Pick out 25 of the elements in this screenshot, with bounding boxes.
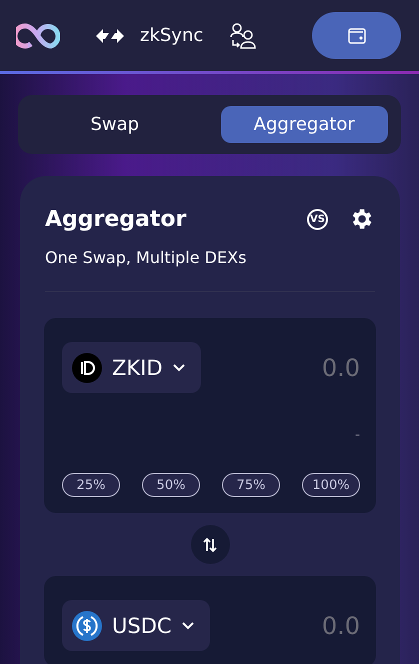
token-selector[interactable]: USDC — [62, 600, 210, 651]
compare-button[interactable]: VS — [307, 208, 328, 230]
chevron-down-icon — [182, 622, 194, 630]
token-icon — [72, 352, 102, 382]
percent-button[interactable]: 100% — [302, 473, 360, 497]
percent-button[interactable]: 25% — [62, 473, 120, 497]
chevron-down-icon — [172, 364, 185, 372]
amount-field[interactable]: 0.0 — [250, 612, 360, 640]
card-subtitle: One Swap, Multiple DEXs — [45, 248, 375, 292]
wallet-button[interactable] — [312, 12, 401, 59]
usd-value: - — [354, 427, 360, 443]
percent-button[interactable]: 50% — [142, 473, 200, 497]
tab[interactable]: Aggregator — [220, 106, 388, 143]
percent-button[interactable]: 75% — [222, 473, 280, 497]
flip-button[interactable] — [190, 525, 230, 564]
wallet-icon — [348, 28, 366, 44]
account-switch-icon[interactable] — [229, 22, 258, 50]
amount-field[interactable]: 0.0 — [250, 354, 360, 382]
network-name[interactable]: zkSync — [140, 25, 204, 46]
token-selector[interactable]: ZKID — [62, 342, 201, 393]
swap-vertical-icon — [203, 536, 217, 552]
swap-arrows-icon[interactable] — [94, 28, 126, 44]
tab[interactable]: Swap — [31, 106, 198, 143]
card-title: Aggregator — [45, 206, 186, 232]
token-icon — [72, 610, 102, 640]
